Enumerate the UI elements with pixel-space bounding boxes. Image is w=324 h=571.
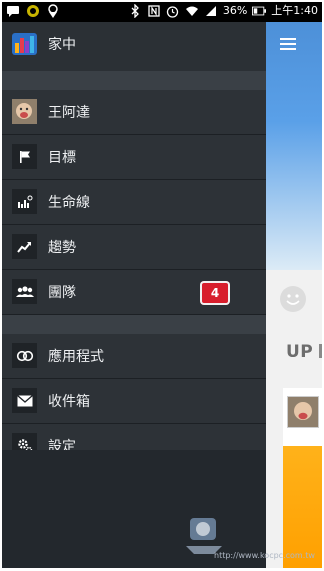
drawer-header-label: 家中 bbox=[48, 37, 76, 53]
avatar bbox=[12, 99, 37, 124]
team-icon bbox=[12, 279, 37, 304]
clock: 上午1:40 bbox=[271, 4, 318, 17]
status-bar-right: 36% 上午1:40 bbox=[128, 4, 318, 18]
main-content-peek: UP bbox=[266, 22, 322, 568]
truncated-text bbox=[319, 344, 322, 358]
nav-item-trends[interactable]: 趨勢 bbox=[2, 225, 266, 270]
line-icon bbox=[26, 4, 40, 18]
app-logo-icon bbox=[12, 31, 37, 56]
battery-percent: 36% bbox=[222, 4, 248, 17]
up-brand-text: UP bbox=[286, 342, 314, 362]
nav-item-profile[interactable]: 王阿達 bbox=[2, 90, 266, 135]
signal-icon bbox=[204, 4, 218, 18]
apps-icon bbox=[12, 343, 37, 368]
trend-icon bbox=[12, 234, 37, 259]
status-bar-left bbox=[6, 4, 60, 18]
nav-item-teams[interactable]: 團隊 4 bbox=[2, 270, 266, 315]
peek-header-gradient bbox=[266, 22, 322, 270]
alarm-icon bbox=[166, 4, 180, 18]
notification-badge: 4 bbox=[200, 281, 230, 305]
wifi-icon bbox=[185, 4, 199, 18]
status-bar: 36% 上午1:40 bbox=[2, 2, 322, 22]
watermark-url: http://www.kocpc.com.tw bbox=[214, 551, 315, 560]
nav-item-label: 團隊 bbox=[48, 285, 76, 301]
battery-icon bbox=[252, 4, 267, 18]
chat-icon bbox=[6, 4, 20, 18]
section-divider bbox=[2, 315, 266, 334]
nav-item-label: 生命線 bbox=[48, 195, 90, 211]
nav-item-apps[interactable]: 應用程式 bbox=[2, 334, 266, 379]
nav-item-label: 應用程式 bbox=[48, 349, 104, 365]
nav-item-lifeline[interactable]: 生命線 bbox=[2, 180, 266, 225]
navigation-drawer: 家中 王阿達 目標 生命線 趨勢 團隊 4 應用程式 收件箱 設定 bbox=[2, 22, 266, 568]
lifeline-icon bbox=[12, 189, 37, 214]
phone-screen: 36% 上午1:40 家中 王阿達 目標 生命線 趨勢 團隊 4 應用程式 收件… bbox=[2, 2, 322, 568]
flag-icon bbox=[12, 144, 37, 169]
envelope-icon bbox=[12, 388, 37, 413]
location-icon bbox=[46, 4, 60, 18]
drawer-header[interactable]: 家中 bbox=[2, 22, 266, 67]
section-divider bbox=[2, 71, 266, 90]
nav-item-label: 目標 bbox=[48, 150, 76, 166]
nav-item-label: 王阿達 bbox=[48, 105, 90, 121]
nav-item-label: 收件箱 bbox=[48, 394, 90, 410]
nav-item-goals[interactable]: 目標 bbox=[2, 135, 266, 180]
smiley-icon bbox=[280, 286, 306, 312]
menu-icon[interactable] bbox=[280, 38, 296, 53]
nav-item-label: 趨勢 bbox=[48, 240, 76, 256]
screenshot-frame: 36% 上午1:40 家中 王阿達 目標 生命線 趨勢 團隊 4 應用程式 收件… bbox=[0, 0, 324, 571]
avatar bbox=[287, 396, 319, 428]
nfc-icon bbox=[147, 4, 161, 18]
nav-item-inbox[interactable]: 收件箱 bbox=[2, 379, 266, 424]
bluetooth-icon bbox=[128, 4, 142, 18]
